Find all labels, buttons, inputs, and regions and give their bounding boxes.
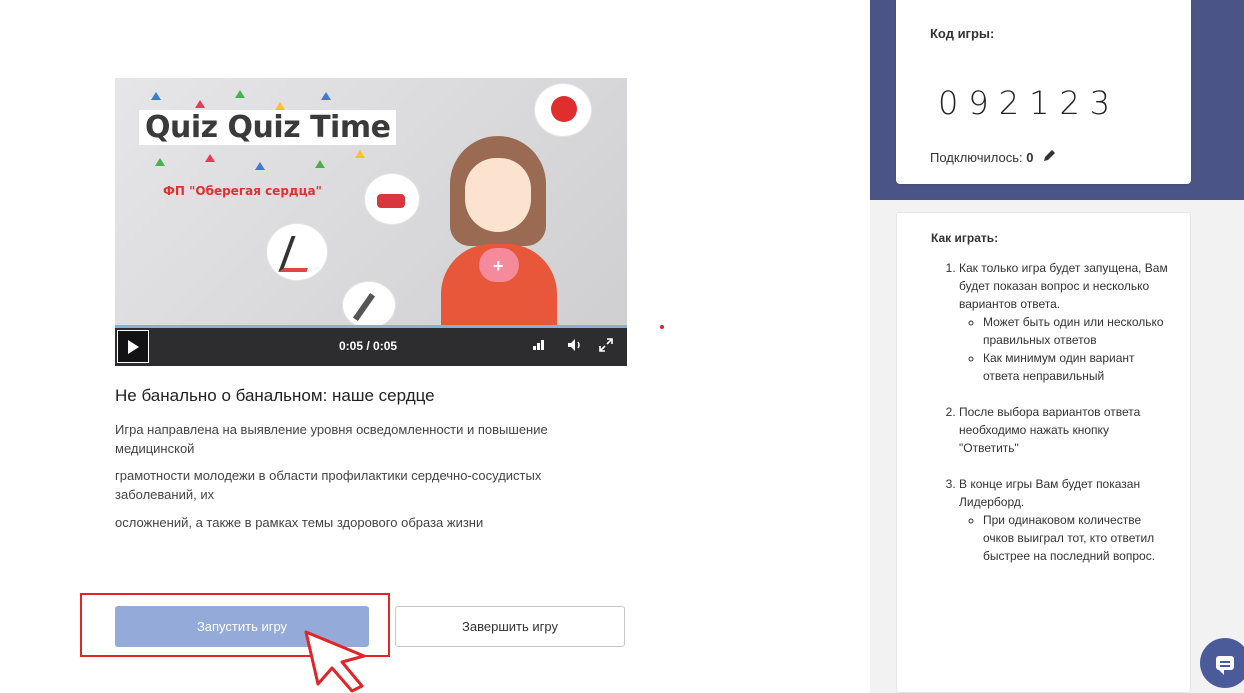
game-code-label: Код игры: bbox=[930, 26, 995, 41]
end-game-button[interactable]: Завершить игру bbox=[395, 606, 625, 647]
confetti bbox=[321, 92, 331, 100]
red-dot bbox=[660, 325, 664, 329]
step-text: В конце игры Вам будет показан Лидерборд… bbox=[959, 477, 1141, 509]
list-item: При одинаковом количестве очков выиграл … bbox=[983, 511, 1171, 565]
how-to-play-title: Как играть: bbox=[931, 231, 999, 245]
confetti bbox=[155, 158, 165, 166]
shoes-icon bbox=[377, 194, 405, 208]
apple-icon bbox=[551, 96, 577, 122]
plus-icon: + bbox=[493, 256, 504, 276]
game-code-card: Код игры: 092123 Подключилось: 0 bbox=[896, 0, 1191, 184]
play-icon bbox=[127, 339, 139, 354]
fullscreen-icon[interactable] bbox=[599, 338, 613, 355]
signal-icon[interactable] bbox=[533, 338, 547, 353]
connected-number: 0 bbox=[1026, 150, 1034, 165]
chat-icon bbox=[1216, 656, 1234, 675]
volume-icon[interactable] bbox=[567, 338, 583, 355]
banner-title: Quiz Quiz Time bbox=[139, 110, 397, 145]
confetti bbox=[355, 150, 365, 158]
game-description-line: Игра направлена на выявление уровня осве… bbox=[115, 422, 548, 456]
cursor-arrow-icon bbox=[304, 630, 366, 693]
game-code-value: 092123 bbox=[938, 84, 1121, 122]
list-item: После выбора вариантов ответа необходимо… bbox=[959, 403, 1171, 457]
confetti bbox=[205, 154, 215, 162]
step-text: После выбора вариантов ответа необходимо… bbox=[959, 405, 1141, 455]
girl-face bbox=[465, 158, 531, 232]
banner-subtitle: ФП "Оберегая сердца" bbox=[163, 184, 322, 198]
how-to-play-card: Как играть: Как только игра будет запуще… bbox=[896, 212, 1191, 693]
list-item: Как минимум один вариант ответа неправил… bbox=[983, 349, 1171, 385]
list-item: Как только игра будет запущена, Вам буде… bbox=[959, 259, 1171, 385]
list-item: В конце игры Вам будет показан Лидерборд… bbox=[959, 475, 1171, 565]
list-item: Может быть один или несколько правильных… bbox=[983, 313, 1171, 349]
confetti bbox=[275, 102, 285, 110]
video-controls: 0:05 / 0:05 bbox=[115, 328, 627, 366]
how-to-play-list: Как только игра будет запущена, Вам буде… bbox=[931, 259, 1171, 583]
chat-button[interactable] bbox=[1200, 638, 1244, 688]
connected-count: Подключилось: 0 bbox=[930, 149, 1056, 165]
game-description-line: осложнений, а также в рамках темы здоров… bbox=[115, 515, 484, 530]
video-time: 0:05 / 0:05 bbox=[339, 339, 398, 353]
video-thumbnail: Quiz Quiz Time ФП "Оберегая сердца" + bbox=[115, 78, 627, 330]
confetti bbox=[235, 90, 245, 98]
confetti bbox=[151, 92, 161, 100]
confetti bbox=[255, 162, 265, 170]
game-description-line: грамотности молодежи в области профилакт… bbox=[115, 468, 542, 502]
game-title: Не банально о банальном: наше сердце bbox=[115, 386, 435, 405]
connected-label: Подключилось: bbox=[930, 150, 1023, 165]
video-player[interactable]: Quiz Quiz Time ФП "Оберегая сердца" + 0:… bbox=[115, 78, 627, 366]
confetti bbox=[195, 100, 205, 108]
play-button[interactable] bbox=[117, 330, 149, 363]
step-text: Как только игра будет запущена, Вам буде… bbox=[959, 261, 1168, 311]
confetti bbox=[315, 160, 325, 168]
pencil-icon[interactable] bbox=[1043, 149, 1056, 165]
